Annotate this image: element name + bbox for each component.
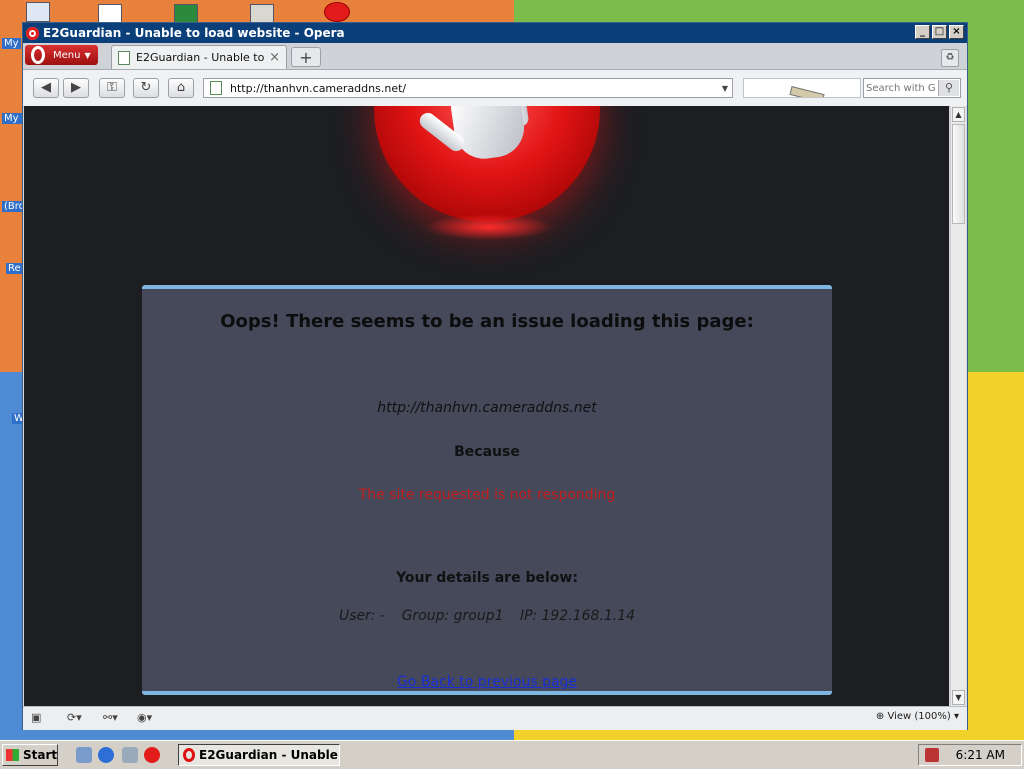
address-field[interactable]: http://thanhvn.cameraddns.net/ ▼ <box>203 78 733 98</box>
arrow-left-icon: ◀ <box>41 80 51 95</box>
show-desktop-icon[interactable] <box>76 747 92 763</box>
stop-glow <box>424 214 554 240</box>
window-titlebar[interactable]: E2Guardian - Unable to load website - Op… <box>23 23 967 43</box>
trash-icon[interactable]: ♻ <box>941 49 959 67</box>
desktop-excel-icon[interactable] <box>174 4 198 24</box>
maximize-button[interactable]: □ <box>932 25 947 39</box>
details-heading: Your details are below: <box>396 570 578 586</box>
opera-o-icon <box>31 46 45 64</box>
scroll-up-arrow[interactable]: ▲ <box>952 107 965 122</box>
home-icon: ⌂ <box>176 80 186 95</box>
vertical-scrollbar[interactable]: ▲ ▼ <box>950 106 966 706</box>
opera-menu-button[interactable]: Menu ▼ <box>25 45 98 65</box>
search-input[interactable] <box>864 81 938 95</box>
scroll-down-arrow[interactable]: ▼ <box>952 690 965 705</box>
status-bar: ▣ ⟳▾ ⚯▾ ◉▾ ⊕ View (100%) ▾ <box>23 706 967 730</box>
panel-toggle-icon[interactable]: ▣ <box>31 711 41 725</box>
opera-o-icon <box>183 748 195 762</box>
key-icon: ⚿ <box>107 80 117 95</box>
sync-icon[interactable]: ⟳▾ <box>67 711 82 725</box>
user-value: User: - <box>338 608 386 624</box>
taskbar-opera-button[interactable]: E2Guardian - Unable... <box>178 744 340 766</box>
reload-button[interactable]: ↻ <box>133 78 159 98</box>
page-icon <box>210 81 222 95</box>
forward-button[interactable]: ▶ <box>63 78 89 98</box>
clock[interactable]: 6:21 AM <box>956 748 1005 762</box>
address-toolbar: ◀ ▶ ⚿ ↻ ⌂ http://thanhvn.cameraddns.net/… <box>23 70 967 107</box>
start-label: Start <box>23 748 58 762</box>
close-window-button[interactable]: × <box>949 25 964 39</box>
windows-flag-icon <box>6 749 19 761</box>
page-icon <box>118 50 130 65</box>
zoom-label: View (100%) <box>887 711 951 722</box>
chevron-down-icon[interactable]: ▼ <box>718 84 732 93</box>
tab-label: E2Guardian - Unable to l... <box>136 51 266 64</box>
group-value: Group: group1 <box>401 608 504 624</box>
desktop-mail-icon[interactable] <box>98 4 122 24</box>
user-details: User: - Group: group1 IP: 192.168.1.14 <box>142 608 832 624</box>
menu-label: Menu <box>53 49 81 61</box>
toolbar-extension-area[interactable] <box>743 78 861 98</box>
ip-value: IP: 192.168.1.14 <box>520 608 636 624</box>
zoom-level[interactable]: ⊕ View (100%) ▾ <box>876 711 959 722</box>
tab-active[interactable]: E2Guardian - Unable to l... × <box>111 45 287 69</box>
new-tab-button[interactable]: + <box>291 47 321 67</box>
opera-logo-icon <box>26 26 39 40</box>
arrow-right-icon: ▶ <box>71 80 81 95</box>
reload-icon: ↻ <box>140 80 152 95</box>
desktop-label[interactable]: My <box>2 38 21 49</box>
network-icon[interactable]: ⚯▾ <box>103 711 118 725</box>
page-viewport: Oops! There seems to be an issue loading… <box>24 106 949 706</box>
blocked-url: http://thanhvn.cameraddns.net <box>377 400 597 416</box>
task-label: E2Guardian - Unable... <box>199 748 340 762</box>
window-title: E2Guardian - Unable to load website - Op… <box>43 26 345 40</box>
zoom-icon: ⊕ <box>875 711 885 722</box>
minimize-button[interactable]: _ <box>915 25 930 39</box>
desktop-label[interactable]: Re <box>6 263 23 274</box>
opera-quicklaunch-icon[interactable] <box>144 747 160 763</box>
start-button[interactable]: Start <box>2 744 58 766</box>
error-reason: The site requested is not responding <box>358 487 616 503</box>
browser-window: E2Guardian - Unable to load website - Op… <box>22 22 968 730</box>
scroll-thumb[interactable] <box>952 124 965 224</box>
explorer-icon[interactable] <box>122 747 138 763</box>
pen-icon <box>789 86 825 97</box>
network-tray-icon[interactable] <box>925 748 939 762</box>
tab-close-icon[interactable]: × <box>269 50 280 65</box>
error-panel: Oops! There seems to be an issue loading… <box>142 285 832 695</box>
because-label: Because <box>454 444 520 460</box>
desktop-opera-icon[interactable] <box>324 2 350 22</box>
home-button[interactable]: ⌂ <box>168 78 194 98</box>
tab-strip: Menu ▼ E2Guardian - Unable to l... × + ♻ <box>23 43 967 70</box>
search-icon[interactable]: ⚲ <box>938 80 959 96</box>
chevron-down-icon: ▼ <box>84 50 91 60</box>
url-text: http://thanhvn.cameraddns.net/ <box>230 81 407 95</box>
search-field[interactable]: ⚲ <box>863 78 961 98</box>
speed-dial-icon[interactable]: ◉▾ <box>137 711 152 725</box>
desktop-clock-icon[interactable] <box>250 4 274 24</box>
key-button[interactable]: ⚿ <box>99 78 125 98</box>
desktop-computer-icon[interactable] <box>26 2 50 22</box>
back-button[interactable]: ◀ <box>33 78 59 98</box>
error-heading: Oops! There seems to be an issue loading… <box>220 311 754 332</box>
system-tray: 6:21 AM <box>918 744 1022 766</box>
taskbar: Start E2Guardian - Unable... 6:21 AM <box>0 740 1024 769</box>
go-back-link[interactable]: Go Back to previous page <box>142 674 832 690</box>
ie-icon[interactable] <box>98 747 114 763</box>
